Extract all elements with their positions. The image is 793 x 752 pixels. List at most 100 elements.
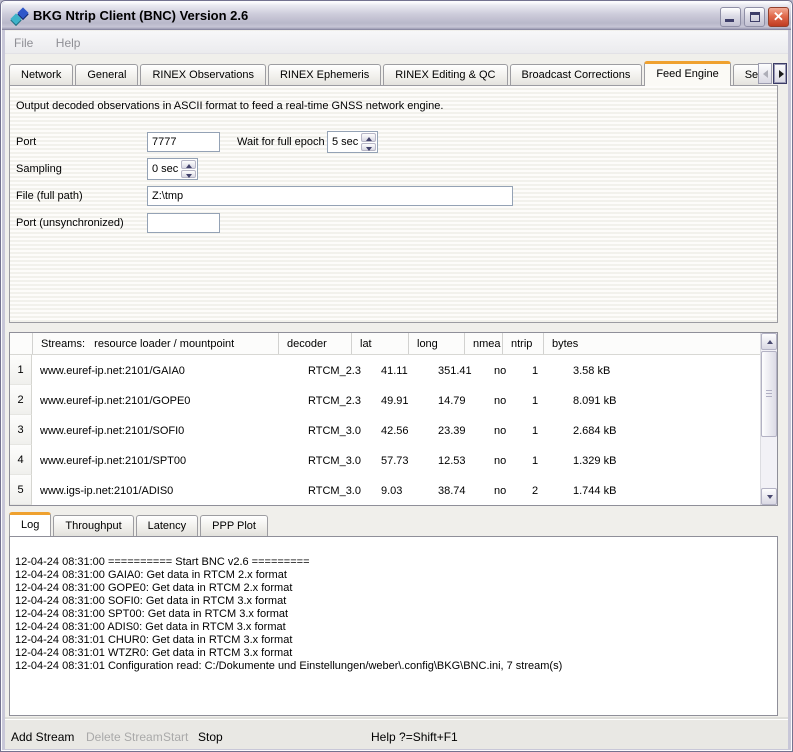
table-row[interactable]: 2 www.euref-ip.net:2101/GOPE0 RTCM_2.3 4… <box>10 385 760 415</box>
cell-mountpoint: www.euref-ip.net:2101/SOFI0 <box>32 415 300 445</box>
streams-table: Streams: resource loader / mountpoint de… <box>9 332 778 506</box>
tab-latency[interactable]: Latency <box>136 515 199 536</box>
header-ntrip[interactable]: ntrip <box>502 333 543 354</box>
scroll-down-button[interactable] <box>761 488 777 505</box>
log-line: 12-04-24 08:31:00 SPT00: Get data in RTC… <box>15 608 769 621</box>
sampling-label: Sampling <box>16 163 62 175</box>
tab-broadcast-corrections[interactable]: Broadcast Corrections <box>510 64 643 86</box>
header-nmea[interactable]: nmea <box>464 333 502 354</box>
log-output: 12-04-24 08:31:00 ========== Start BNC v… <box>9 536 778 716</box>
triangle-up-icon <box>366 137 372 141</box>
sampling-spinner[interactable]: 0 sec <box>147 158 198 180</box>
scrollbar-thumb[interactable] <box>761 351 777 437</box>
sampling-spin-buttons <box>181 159 197 179</box>
header-mountpoint[interactable]: Streams: resource loader / mountpoint <box>32 333 278 354</box>
tab-serial-output[interactable]: Serial Output <box>733 64 759 86</box>
log-line: 12-04-24 08:31:01 Configuration read: C:… <box>15 660 769 673</box>
cell-decoder: RTCM_3.0 <box>300 475 373 505</box>
menu-file[interactable]: File <box>5 31 42 50</box>
wait-for-full-epoch-spinner[interactable]: 5 sec <box>327 131 378 153</box>
cell-long: 351.41 <box>430 355 486 385</box>
triangle-up-icon <box>186 164 192 168</box>
cell-long: 23.39 <box>430 415 486 445</box>
spin-down-button[interactable] <box>361 143 376 152</box>
triangle-down-icon <box>186 174 192 178</box>
cell-lat: 42.56 <box>373 415 430 445</box>
log-line: 12-04-24 08:31:00 GOPE0: Get data in RTC… <box>15 582 769 595</box>
cell-nmea: no <box>486 385 524 415</box>
table-row[interactable]: 5 www.igs-ip.net:2101/ADIS0 RTCM_3.0 9.0… <box>10 475 760 505</box>
tab-rinex-observations[interactable]: RINEX Observations <box>140 64 265 86</box>
row-number[interactable]: 3 <box>10 415 32 445</box>
cell-lat: 57.73 <box>373 445 430 475</box>
cell-bytes: 2.684 kB <box>565 415 760 445</box>
menu-help[interactable]: Help <box>47 31 90 50</box>
header-long[interactable]: long <box>408 333 464 354</box>
cell-long: 38.74 <box>430 475 486 505</box>
port-label: Port <box>16 136 36 148</box>
cell-lat: 49.91 <box>373 385 430 415</box>
log-line: 12-04-24 08:31:01 CHUR0: Get data in RTC… <box>15 634 769 647</box>
tab-rinex-ephemeris[interactable]: RINEX Ephemeris <box>268 64 381 86</box>
tab-feed-engine[interactable]: Feed Engine <box>644 61 730 86</box>
cell-ntrip: 1 <box>524 385 565 415</box>
cell-long: 12.53 <box>430 445 486 475</box>
tab-scroll-left-button[interactable] <box>758 63 772 84</box>
table-row[interactable]: 1 www.euref-ip.net:2101/GAIA0 RTCM_2.3 4… <box>10 355 760 385</box>
tab-rinex-editing-qc[interactable]: RINEX Editing & QC <box>383 64 507 86</box>
tab-general[interactable]: General <box>75 64 138 86</box>
header-decoder[interactable]: decoder <box>278 333 351 354</box>
triangle-down-icon <box>767 495 773 499</box>
cell-decoder: RTCM_3.0 <box>300 445 373 475</box>
spin-up-button[interactable] <box>181 160 196 169</box>
scroll-up-button[interactable] <box>761 333 777 350</box>
tab-ppp-plot[interactable]: PPP Plot <box>200 515 268 536</box>
cell-mountpoint: www.igs-ip.net:2101/ADIS0 <box>32 475 300 505</box>
row-number[interactable]: 2 <box>10 385 32 415</box>
spin-down-button[interactable] <box>181 170 196 179</box>
row-number[interactable]: 5 <box>10 475 32 505</box>
header-bytes[interactable]: bytes <box>543 333 760 354</box>
wait-for-full-epoch-label: Wait for full epoch <box>237 136 325 148</box>
spin-up-button[interactable] <box>361 133 376 142</box>
cell-decoder: RTCM_2.3 <box>300 355 373 385</box>
table-row[interactable]: 4 www.euref-ip.net:2101/SPT00 RTCM_3.0 5… <box>10 445 760 475</box>
stop-button[interactable]: Stop <box>198 730 223 744</box>
tab-log[interactable]: Log <box>9 512 51 536</box>
tab-scroll-right-button[interactable] <box>773 63 787 84</box>
cell-nmea: no <box>486 355 524 385</box>
triangle-up-icon <box>767 340 773 344</box>
cell-nmea: no <box>486 445 524 475</box>
triangle-down-icon <box>366 147 372 151</box>
port-unsynchronized-input[interactable] <box>147 213 220 233</box>
title-bar[interactable]: BKG Ntrip Client (BNC) Version 2.6 ✕ <box>2 2 791 30</box>
port-input[interactable] <box>147 132 220 152</box>
tab-scroller <box>758 63 787 84</box>
cell-ntrip: 1 <box>524 445 565 475</box>
tab-throughput[interactable]: Throughput <box>53 515 133 536</box>
cell-decoder: RTCM_3.0 <box>300 415 373 445</box>
tab-network[interactable]: Network <box>9 64 73 86</box>
header-lat[interactable]: lat <box>351 333 408 354</box>
row-number[interactable]: 1 <box>10 355 32 385</box>
log-tab-bar: Log Throughput Latency PPP Plot <box>9 512 270 536</box>
close-button[interactable]: ✕ <box>768 7 789 27</box>
cell-mountpoint: www.euref-ip.net:2101/SPT00 <box>32 445 300 475</box>
maximize-icon <box>750 12 760 22</box>
sampling-value: 0 sec <box>148 159 181 179</box>
file-path-input[interactable] <box>147 186 513 206</box>
streams-scrollbar[interactable] <box>760 333 777 505</box>
help-shortcut-label: Help ?=Shift+F1 <box>371 730 458 744</box>
feed-engine-panel: Output decoded observations in ASCII for… <box>9 85 778 323</box>
cell-bytes: 1.329 kB <box>565 445 760 475</box>
table-row[interactable]: 3 www.euref-ip.net:2101/SOFI0 RTCM_3.0 4… <box>10 415 760 445</box>
cell-lat: 9.03 <box>373 475 430 505</box>
triangle-right-icon <box>779 70 784 78</box>
log-line: 12-04-24 08:31:01 WTZR0: Get data in RTC… <box>15 647 769 660</box>
minimize-button[interactable] <box>720 7 741 27</box>
start-button[interactable]: Start <box>163 730 188 744</box>
row-number[interactable]: 4 <box>10 445 32 475</box>
delete-stream-button[interactable]: Delete Stream <box>86 730 163 744</box>
add-stream-button[interactable]: Add Stream <box>11 730 74 744</box>
maximize-button[interactable] <box>744 7 765 27</box>
